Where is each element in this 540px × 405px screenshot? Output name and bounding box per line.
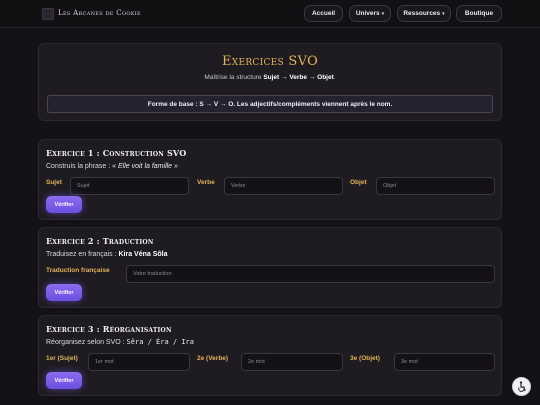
exercise-2-prompt: Traduisez en français : Kira Véna Sôla bbox=[46, 251, 168, 258]
subtitle-structure: Sujet → Verbe → Objet bbox=[263, 74, 334, 81]
page-title: Exercices SVO bbox=[221, 54, 319, 69]
logo-icon[interactable] bbox=[42, 8, 54, 20]
subtitle-prefix: Maîtrise la structure bbox=[204, 74, 264, 81]
exercise-1-prompt-prefix: Construis la phrase : bbox=[46, 163, 113, 170]
verify-button-3[interactable]: Vérifier bbox=[46, 372, 82, 389]
exercise-1-card: Exercice 1 : Construction SVO Construis … bbox=[38, 139, 502, 220]
nav-boutique-label: Boutique bbox=[464, 10, 494, 17]
subtitle-suffix: . bbox=[333, 74, 336, 81]
traduction-input[interactable] bbox=[126, 265, 495, 283]
sujet-label: Sujet bbox=[46, 179, 62, 186]
verbe-label: Verbe bbox=[197, 179, 215, 186]
nav-boutique-button[interactable]: Boutique bbox=[456, 5, 502, 22]
second-word-label: 2e (Verbe) bbox=[197, 355, 229, 362]
exercise-2-title: Exercice 2 : Traduction bbox=[46, 236, 154, 246]
exercise-3-prompt-prefix: Réorganisez selon SVO : bbox=[46, 339, 127, 346]
second-word-input[interactable] bbox=[241, 353, 343, 371]
hero-card: Exercices SVO Maîtrise la structure Suje… bbox=[38, 43, 502, 121]
exercise-2-sentence: Kira Véna Sôla bbox=[118, 251, 168, 258]
accessibility-icon bbox=[517, 381, 526, 392]
chevron-down-icon: ▾ bbox=[381, 10, 385, 17]
exercise-2-card: Exercice 2 : Traduction Traduisez en fra… bbox=[38, 227, 502, 308]
exercise-3-card: Exercice 3 : Réorganisation Réorganisez … bbox=[38, 315, 502, 396]
brand-name[interactable]: Les Arcanes de Cookie bbox=[58, 9, 141, 17]
exercise-1-prompt: Construis la phrase : « Elle voit la fam… bbox=[46, 163, 178, 170]
nav-univers-button[interactable]: Univers ▾ bbox=[349, 5, 391, 22]
verify-button-2[interactable]: Vérifier bbox=[46, 284, 82, 301]
top-navbar: Les Arcanes de Cookie Accueil Univers ▾ … bbox=[0, 0, 540, 28]
third-word-input[interactable] bbox=[394, 353, 495, 371]
third-word-label: 3e (Objet) bbox=[350, 355, 380, 362]
exercise-2-prompt-prefix: Traduisez en français : bbox=[46, 251, 119, 258]
traduction-label: Traduction française bbox=[46, 267, 110, 274]
nav-ressources-label: Ressources bbox=[403, 10, 441, 17]
page-subtitle: Maîtrise la structure Sujet → Verbe → Ob… bbox=[39, 74, 501, 81]
nav-accueil-button[interactable]: Accueil bbox=[304, 5, 343, 22]
exercise-1-title: Exercice 1 : Construction SVO bbox=[46, 148, 187, 158]
objet-label: Objet bbox=[350, 179, 367, 186]
exercise-3-title: Exercice 3 : Réorganisation bbox=[46, 324, 172, 334]
base-form-note: Forme de base : S → V → O. Les adjectifs… bbox=[47, 95, 493, 113]
accessibility-button[interactable] bbox=[512, 377, 531, 396]
exercise-3-words: Sêra / Éra / Ira bbox=[126, 338, 194, 346]
verify-button-1[interactable]: Vérifier bbox=[46, 196, 82, 213]
verbe-input[interactable] bbox=[224, 177, 343, 195]
nav-univers-label: Univers bbox=[355, 10, 380, 17]
sujet-input[interactable] bbox=[70, 177, 189, 195]
first-word-label: 1er (Sujet) bbox=[46, 355, 78, 362]
base-form-text: Forme de base : S → V → O. Les adjectifs… bbox=[147, 100, 393, 108]
exercise-1-sentence: « Elle voit la famille » bbox=[112, 163, 178, 170]
chevron-down-icon: ▾ bbox=[442, 10, 445, 17]
nav-ressources-button[interactable]: Ressources ▾ bbox=[397, 5, 451, 22]
exercise-3-prompt: Réorganisez selon SVO : Sêra / Éra / Ira bbox=[46, 338, 194, 346]
objet-input[interactable] bbox=[376, 177, 495, 195]
nav-accueil-label: Accueil bbox=[311, 10, 336, 17]
first-word-input[interactable] bbox=[88, 353, 190, 371]
